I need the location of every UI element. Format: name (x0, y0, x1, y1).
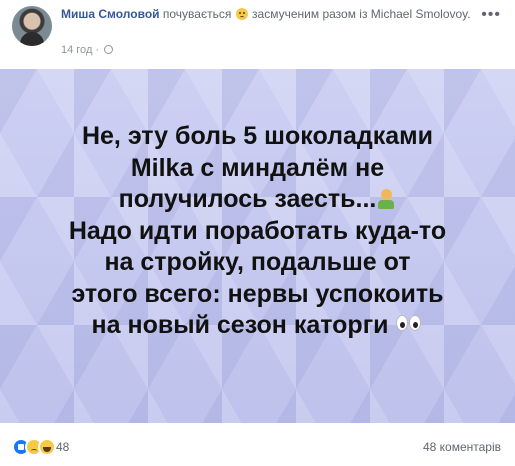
globe-icon (104, 45, 114, 54)
image-line: на стройку, подальше от (104, 248, 411, 276)
timestamp[interactable]: 14 год (61, 44, 92, 56)
author-name[interactable]: Миша Смоловой (61, 7, 160, 21)
image-line-text: получилось заесть... (118, 185, 377, 213)
author-avatar[interactable] (12, 6, 52, 46)
image-line: Milka с миндалём не (130, 153, 385, 182)
image-line-text: на новый сезон каторги (91, 311, 389, 339)
with-text: разом із (322, 7, 368, 21)
post-footer: 48 48 коментарів (0, 423, 515, 466)
person-shrugging-icon (376, 189, 396, 209)
post-header: Миша Смоловой почувається засмученим раз… (0, 0, 515, 70)
time-separator: · (95, 44, 100, 56)
image-line: Не, эту боль 5 шоколадками (81, 122, 434, 150)
image-line: получилось заесть... (18, 184, 497, 216)
post-image[interactable]: Не, эту боль 5 шоколадками Milka с минда… (0, 69, 515, 423)
image-line: этого всего: нервы успокоить (71, 279, 444, 308)
upset-face-icon (235, 8, 248, 20)
image-line: на новый сезон каторги (18, 310, 497, 342)
haha-icon (38, 438, 56, 456)
comments-count[interactable]: 48 коментарів (423, 440, 501, 454)
reaction-count[interactable]: 48 (56, 440, 69, 454)
eyes-icon (395, 313, 423, 333)
feeling-word: засмученим (252, 7, 320, 21)
post-time: 14 год · (61, 44, 114, 56)
tagged-person[interactable]: Michael Smolovoy. (371, 7, 471, 21)
image-text: Не, эту боль 5 шоколадками Milka с минда… (18, 121, 497, 342)
more-options-button[interactable]: ••• (481, 6, 501, 24)
feeling-text: почувається (162, 7, 232, 21)
image-line: Надо идти поработать куда-то (68, 216, 447, 245)
post-meta: Миша Смоловой почувається засмученим раз… (61, 6, 471, 22)
